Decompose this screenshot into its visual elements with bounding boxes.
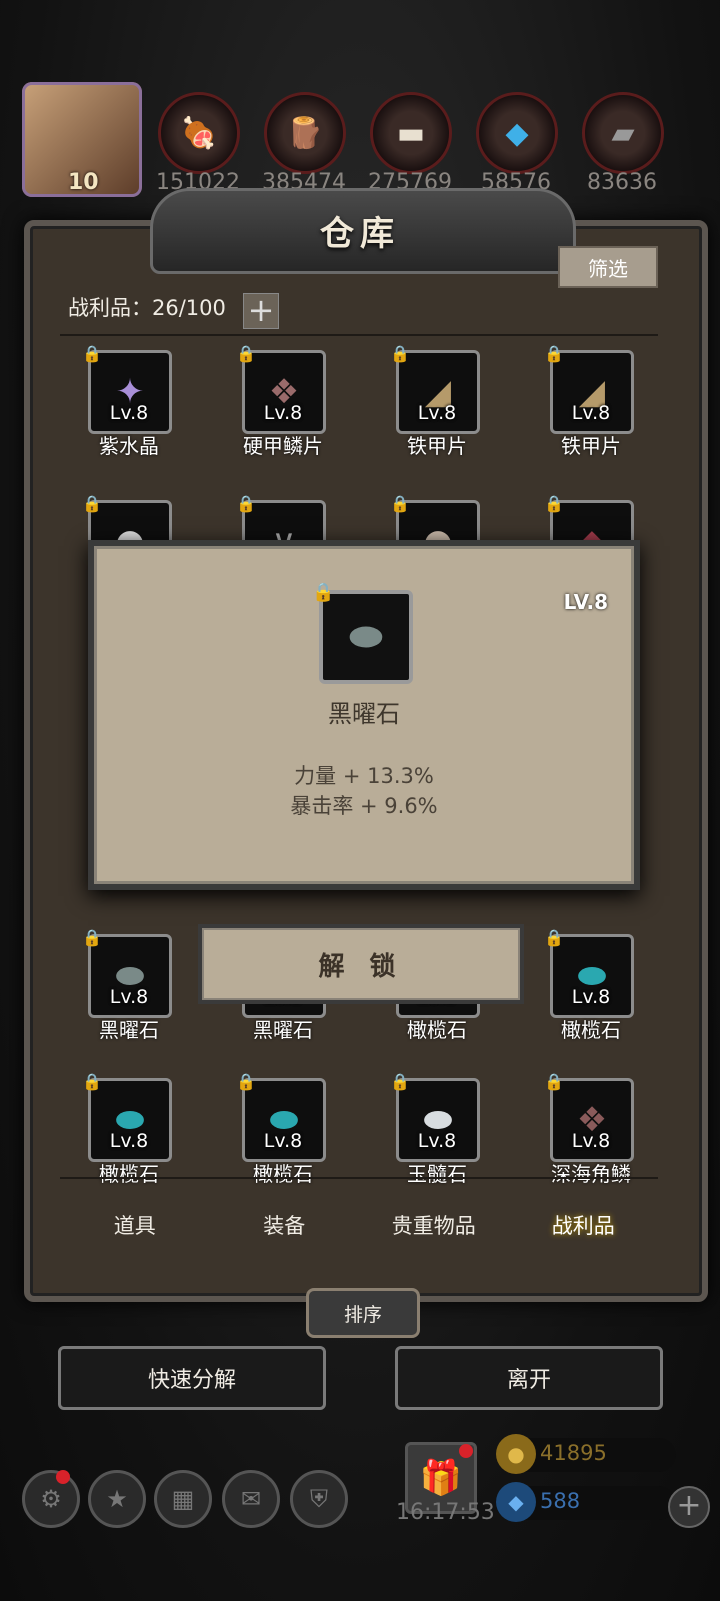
lock-icon: 🔒 [390,344,410,363]
tab-loot[interactable]: 战利品 [509,1179,659,1271]
resource-crystal[interactable]: ◆ 58576 [476,92,558,195]
mail-icon[interactable]: ✉ [222,1470,280,1528]
lock-icon: 🔒 [236,494,256,513]
gem-value: 588 [540,1489,581,1513]
player-avatar[interactable]: 10 [22,82,142,197]
crystal-icon: ◆ [476,92,558,174]
item-slot[interactable]: ◢ 🔒 Lv.8 铁甲片 [544,344,634,460]
item-level: Lv.8 [571,402,611,424]
item-level: Lv.8 [571,1130,611,1152]
gem-icon: ◆ [496,1482,536,1522]
stat-strength: 力量 + 13.3% [294,764,434,788]
item-name: 橄榄石 [407,1018,467,1042]
lock-icon: 🔒 [312,582,335,603]
item-name: 黑曜石 [99,1018,159,1042]
unlock-button[interactable]: 解 锁 [198,924,524,1004]
item-slot[interactable]: ⬬ 🔒 Lv.8 黑曜石 [82,928,172,1044]
item-slot[interactable]: ⬬ 🔒 Lv.8 玉髓石 [390,1072,480,1188]
item-name: 黑曜石 [253,1018,313,1042]
lock-icon: 🔒 [82,928,102,947]
lock-icon: 🔒 [390,494,410,513]
item-name: 硬甲鳞片 [243,434,323,458]
resource-wood[interactable]: 🪵 385474 [262,92,346,195]
stone-icon: ▰ [582,92,664,174]
popup-item-name: 黑曜石 [328,700,400,728]
obsidian-icon: ⬬ [319,590,413,684]
item-detail-popup: ⬬ 🔒 LV.8 黑曜石 力量 + 13.3% 暴击率 + 9.6% [88,540,640,890]
tab-items[interactable]: 道具 [60,1179,210,1271]
item-level: Lv.8 [263,1130,303,1152]
sort-button[interactable]: 排序 [306,1288,420,1338]
filter-button[interactable]: 筛选 [558,246,658,288]
map-icon[interactable]: ▦ [154,1470,212,1528]
notification-dot [56,1470,70,1484]
resource-value: 83636 [587,170,657,195]
player-level: 10 [68,170,99,195]
item-level: Lv.8 [571,986,611,1008]
lock-icon: 🔒 [544,494,564,513]
resource-meat[interactable]: 🍖 151022 [156,92,240,195]
lock-icon: 🔒 [390,1072,410,1091]
item-level: Lv.8 [109,402,149,424]
leave-button[interactable]: 离开 [395,1346,663,1410]
gold-value: 41895 [540,1441,607,1465]
lock-icon: 🔒 [236,344,256,363]
item-slot[interactable]: ❖ 🔒 Lv.8 深海角鳞 [544,1072,634,1188]
resource-iron[interactable]: ▬ 275769 [368,92,452,195]
lock-icon: 🔒 [82,494,102,513]
item-name: 紫水晶 [99,434,159,458]
iron-icon: ▬ [370,92,452,174]
lock-icon: 🔒 [544,1072,564,1091]
item-slot[interactable]: ⬬ 🔒 Lv.8 橄榄石 [236,1072,326,1188]
settings-icon[interactable]: ⚙ [22,1470,80,1528]
item-name: 铁甲片 [561,434,621,458]
lock-icon: 🔒 [82,344,102,363]
item-level: Lv.8 [417,1130,457,1152]
lock-icon: 🔒 [236,1072,256,1091]
tab-equipment[interactable]: 装备 [210,1179,360,1271]
add-currency-button[interactable]: + [668,1486,710,1528]
gold-coin-icon: ● [496,1434,536,1474]
item-slot[interactable]: ◢ 🔒 Lv.8 铁甲片 [390,344,480,460]
resource-stone[interactable]: ▰ 83636 [582,92,664,195]
wood-icon: 🪵 [264,92,346,174]
lock-icon: 🔒 [82,1072,102,1091]
category-tabs: 道具 装备 贵重物品 战利品 [60,1177,658,1271]
gem-counter: ◆ 588 [496,1482,676,1522]
shield-icon[interactable]: ⛨ [290,1470,348,1528]
item-slot[interactable]: ⬬ 🔒 Lv.8 橄榄石 [544,928,634,1044]
item-slot[interactable]: ⬬ 🔒 Lv.8 橄榄石 [82,1072,172,1188]
item-name: 橄榄石 [561,1018,621,1042]
divider [60,334,658,336]
item-level: Lv.8 [417,402,457,424]
item-level: Lv.8 [109,1130,149,1152]
quick-decompose-button[interactable]: 快速分解 [58,1346,326,1410]
expand-capacity-button[interactable]: + [243,293,279,329]
loot-count: 战利品：26/100 [68,296,226,320]
item-level: Lv.8 [263,402,303,424]
stat-crit-rate: 暴击率 + 9.6% [290,794,438,818]
timer: 16:17:53 [396,1500,495,1525]
lock-icon: 🔒 [544,928,564,947]
meat-icon: 🍖 [158,92,240,174]
lock-icon: 🔒 [544,344,564,363]
item-name: 铁甲片 [407,434,467,458]
item-level: Lv.8 [109,986,149,1008]
item-slot[interactable]: ✦ 🔒 Lv.8 紫水晶 [82,344,172,460]
gold-counter: ● 41895 [496,1434,676,1474]
star-icon[interactable]: ★ [88,1470,146,1528]
tab-valuables[interactable]: 贵重物品 [359,1179,509,1271]
popup-level: LV.8 [563,590,608,614]
item-slot[interactable]: ❖ 🔒 Lv.8 硬甲鳞片 [236,344,326,460]
notification-dot [459,1444,473,1458]
